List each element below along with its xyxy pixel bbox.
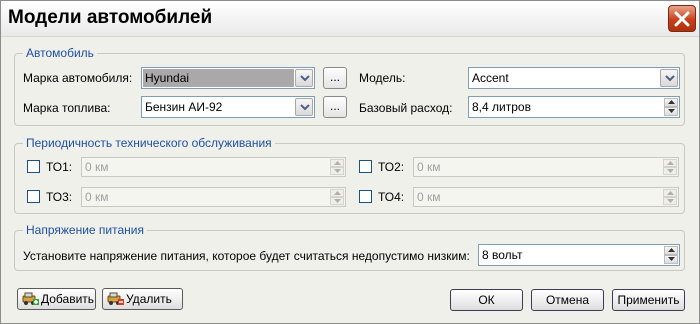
arrow-down-icon <box>334 169 341 173</box>
to1-label: ТО1: <box>46 160 73 174</box>
spin-up-button[interactable] <box>663 159 677 167</box>
spin-up-button[interactable] <box>664 98 678 107</box>
fuel-select[interactable]: Бензин АИ-92 <box>141 96 315 118</box>
voltage-prompt: Установите напряжение питания, которое б… <box>23 249 470 263</box>
add-button[interactable]: Добавить <box>17 288 96 310</box>
spin-down-button[interactable] <box>663 197 677 205</box>
consumption-value: 8,4 литров <box>472 100 531 114</box>
car-group-label: Автомобиль <box>23 46 97 60</box>
arrow-up-icon <box>334 191 341 195</box>
to4-value: 0 км <box>417 190 441 204</box>
arrow-up-icon <box>334 161 341 165</box>
arrow-down-icon <box>668 257 675 261</box>
cancel-button[interactable]: Отмена <box>531 289 604 311</box>
fuel-value: Бензин АИ-92 <box>145 100 223 114</box>
to3-checkbox[interactable] <box>27 190 40 203</box>
to1-checkbox[interactable] <box>27 160 40 173</box>
to4-stepper[interactable]: 0 км <box>413 187 679 207</box>
arrow-down-icon <box>334 199 341 203</box>
brand-dropdown-button[interactable] <box>295 69 313 87</box>
model-dropdown-button[interactable] <box>660 69 678 87</box>
brand-browse-button[interactable]: ... <box>323 67 347 89</box>
delete-car-icon <box>107 292 124 305</box>
brand-select[interactable]: Hyundai <box>141 67 315 89</box>
models-dialog: Модели автомобилей Автомобиль Марка авто… <box>0 0 700 324</box>
arrow-up-icon <box>668 248 675 252</box>
consumption-stepper[interactable]: 8,4 литров <box>468 96 680 118</box>
chevron-down-icon <box>665 75 675 82</box>
title-bar[interactable]: Модели автомобилей <box>1 1 699 37</box>
to2-spin-arrows[interactable] <box>663 159 677 175</box>
arrow-down-icon <box>667 199 674 203</box>
chevron-down-icon <box>300 104 310 111</box>
to2-checkbox[interactable] <box>359 160 372 173</box>
voltage-value: 8 вольт <box>482 248 523 262</box>
spin-down-button[interactable] <box>330 167 344 175</box>
spin-down-button[interactable] <box>664 107 678 116</box>
ok-button[interactable]: ОК <box>450 289 523 311</box>
voltage-spin-arrows[interactable] <box>664 246 678 264</box>
window-title: Модели автомобилей <box>8 7 213 28</box>
to4-spin-arrows[interactable] <box>663 189 677 205</box>
close-icon <box>674 11 690 27</box>
add-car-icon <box>22 292 39 305</box>
close-button[interactable] <box>668 5 696 32</box>
to1-value: 0 км <box>85 160 109 174</box>
to3-stepper[interactable]: 0 км <box>81 187 346 207</box>
arrow-up-icon <box>667 191 674 195</box>
arrow-up-icon <box>667 161 674 165</box>
arrow-up-icon <box>668 100 675 104</box>
to3-value: 0 км <box>85 190 109 204</box>
to3-spin-arrows[interactable] <box>330 189 344 205</box>
add-button-label: Добавить <box>41 292 95 306</box>
spin-down-button[interactable] <box>664 255 678 264</box>
spin-down-button[interactable] <box>330 197 344 205</box>
apply-button[interactable]: Применить <box>612 289 685 311</box>
brand-label: Марка автомобиля: <box>23 71 133 85</box>
delete-button[interactable]: Удалить <box>102 288 183 310</box>
delete-button-label: Удалить <box>126 292 172 306</box>
model-value: Accent <box>472 71 509 85</box>
consumption-spin-arrows[interactable] <box>664 98 678 116</box>
spin-up-button[interactable] <box>663 189 677 197</box>
to1-spin-arrows[interactable] <box>330 159 344 175</box>
arrow-down-icon <box>668 109 675 113</box>
voltage-group-label: Напряжение питания <box>23 223 147 237</box>
brand-value: Hyundai <box>143 69 294 87</box>
chevron-down-icon <box>300 75 310 82</box>
model-label: Модель: <box>359 71 406 85</box>
spin-up-button[interactable] <box>330 159 344 167</box>
arrow-down-icon <box>667 169 674 173</box>
to2-stepper[interactable]: 0 км <box>413 157 679 177</box>
to2-value: 0 км <box>417 160 441 174</box>
to2-label: ТО2: <box>378 160 405 174</box>
spin-down-button[interactable] <box>663 167 677 175</box>
fuel-dropdown-button[interactable] <box>295 98 313 116</box>
to4-label: ТО4: <box>378 190 405 204</box>
voltage-stepper[interactable]: 8 вольт <box>478 244 680 266</box>
model-select[interactable]: Accent <box>468 67 680 89</box>
consumption-label: Базовый расход: <box>359 101 453 115</box>
spin-up-button[interactable] <box>330 189 344 197</box>
maintenance-group-label: Периодичность технического обслуживания <box>23 136 275 150</box>
fuel-browse-button[interactable]: ... <box>323 96 347 118</box>
to4-checkbox[interactable] <box>359 190 372 203</box>
fuel-label: Марка топлива: <box>23 101 111 115</box>
to1-stepper[interactable]: 0 км <box>81 157 346 177</box>
spin-up-button[interactable] <box>664 246 678 255</box>
to3-label: ТО3: <box>46 190 73 204</box>
